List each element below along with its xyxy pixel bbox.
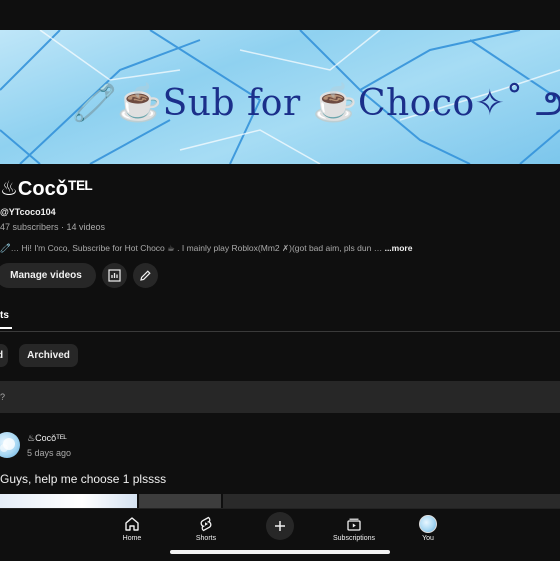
- tabs-divider: [0, 331, 560, 332]
- status-bar: [0, 0, 560, 30]
- home-icon: [122, 515, 142, 533]
- post-text: Guys, help me choose 1 plssss: [0, 472, 167, 486]
- nav-you[interactable]: You: [388, 515, 468, 551]
- poll-image-option-1[interactable]: [0, 494, 137, 508]
- home-indicator: [170, 550, 390, 554]
- filter-chip-archived[interactable]: Archived: [19, 344, 78, 367]
- filter-chip-archived-label: Archived: [27, 350, 70, 361]
- nav-home-label: Home: [122, 535, 142, 542]
- channel-banner: 🧷☕Sub for ☕Choco✧˚ ౨ ⋆: [0, 30, 560, 164]
- post-composer[interactable]: [0, 381, 560, 413]
- post-author-avatar[interactable]: [0, 432, 20, 458]
- more-link[interactable]: ...more: [385, 243, 413, 253]
- tab-posts[interactable]: ts: [0, 310, 9, 321]
- nav-shorts[interactable]: Shorts: [166, 515, 246, 551]
- post-author-name[interactable]: ♨Cocǒᵀᴱᴸ: [27, 433, 67, 444]
- plus-icon: [275, 521, 285, 531]
- shorts-icon: [196, 515, 216, 533]
- composer-text: ?: [0, 392, 6, 402]
- channel-stats: 47 subscribers · 14 videos: [0, 222, 106, 232]
- nav-subscriptions-label: Subscriptions: [332, 535, 376, 542]
- edit-channel-button[interactable]: [133, 263, 158, 288]
- pencil-icon: [140, 270, 151, 281]
- you-avatar: [419, 515, 437, 533]
- nav-subscriptions[interactable]: Subscriptions: [314, 515, 394, 551]
- channel-name: ♨Cocǒᵀᴱᴸ: [0, 178, 93, 200]
- subscriptions-icon: [344, 515, 364, 533]
- poll-image-option-3[interactable]: [223, 494, 560, 508]
- banner-title: 🧷☕Sub for ☕Choco✧˚ ౨ ⋆: [72, 83, 560, 124]
- analytics-icon: [108, 269, 121, 282]
- channel-handle: @YTcoco104: [0, 207, 56, 217]
- channel-description[interactable]: 🧷… Hi! I'm Coco, Subscribe for Hot Choco…: [0, 243, 430, 254]
- create-button[interactable]: [266, 512, 294, 540]
- nav-home[interactable]: Home: [92, 515, 172, 551]
- nav-shorts-label: Shorts: [195, 535, 217, 542]
- post-timestamp: 5 days ago: [27, 448, 72, 458]
- avatar-image: [0, 438, 15, 452]
- filter-chip-published[interactable]: d: [0, 344, 8, 367]
- filter-chip-published-label: d: [0, 350, 3, 361]
- tab-posts-underline: [0, 327, 12, 329]
- manage-videos-button[interactable]: Manage videos: [0, 263, 96, 288]
- description-text: 🧷… Hi! I'm Coco, Subscribe for Hot Choco…: [0, 243, 383, 253]
- nav-you-label: You: [422, 535, 434, 542]
- analytics-button[interactable]: [102, 263, 127, 288]
- poll-image-option-2[interactable]: [139, 494, 221, 508]
